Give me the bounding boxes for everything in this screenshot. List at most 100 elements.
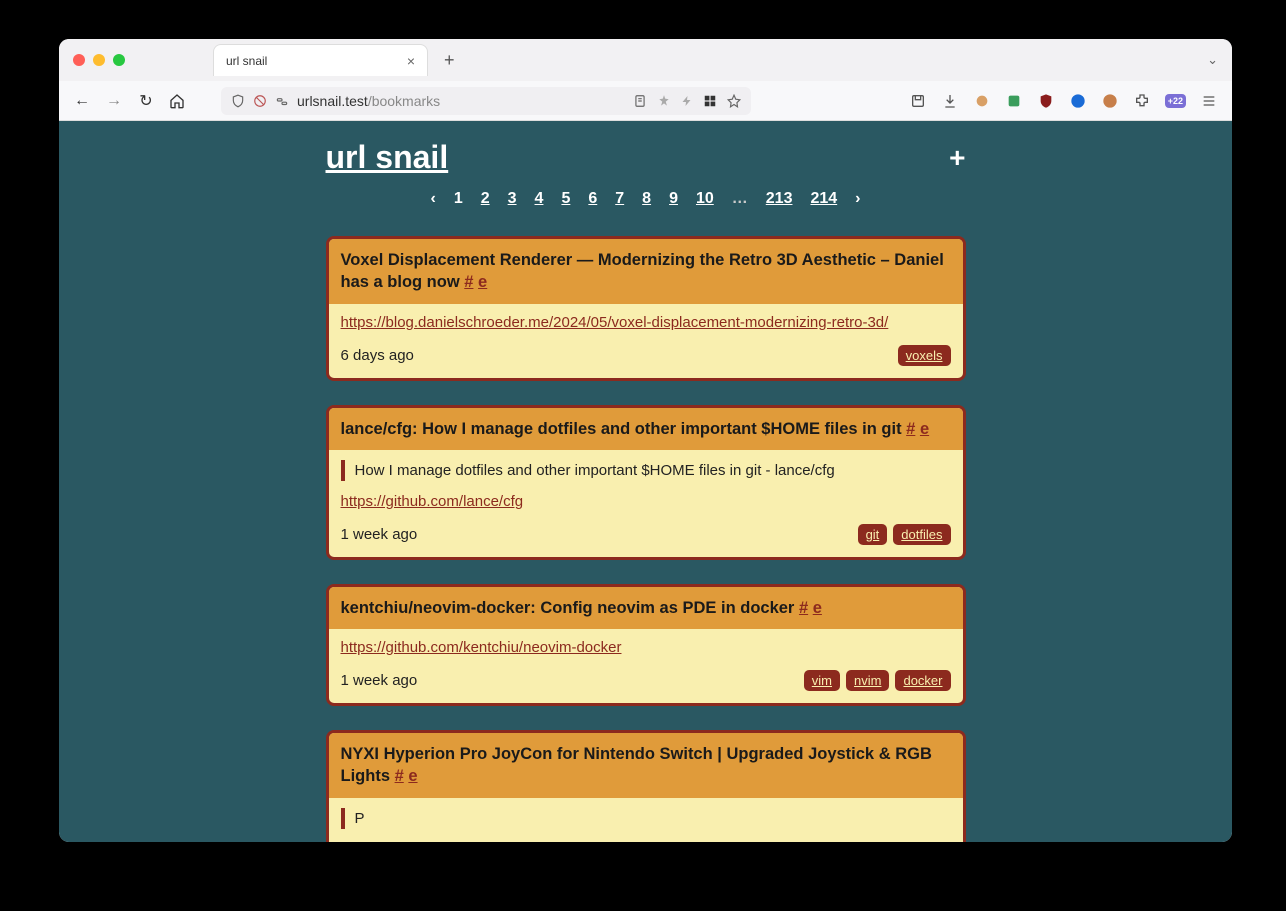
pagination-prev[interactable]: ‹ [430, 190, 435, 208]
bookmark-permalink[interactable]: # [464, 273, 473, 291]
pagination-page[interactable]: 8 [642, 190, 651, 208]
url-host: urlsnail.test [297, 93, 368, 109]
minimize-window-button[interactable] [93, 54, 105, 66]
new-tab-button[interactable]: + [444, 50, 455, 71]
bookmark-body: How I manage dotfiles and other importan… [329, 450, 963, 557]
bookmark-body: https://github.com/kentchiu/neovim-docke… [329, 629, 963, 703]
tag[interactable]: dotfiles [893, 524, 950, 545]
permissions-icon [275, 94, 289, 108]
hamburger-menu-icon[interactable] [1200, 92, 1218, 110]
pagination-page[interactable]: 2 [481, 190, 490, 208]
close-window-button[interactable] [73, 54, 85, 66]
pagination-next[interactable]: › [855, 190, 860, 208]
tag[interactable]: voxels [898, 345, 951, 366]
extension-badge[interactable]: +22 [1165, 94, 1186, 108]
bookmark-description: P [341, 808, 951, 829]
tag[interactable]: vim [804, 670, 840, 691]
lightning-icon[interactable] [681, 94, 693, 108]
url-path: /bookmarks [368, 93, 440, 109]
tracking-protection-icon [253, 94, 267, 108]
grid-icon[interactable] [703, 94, 717, 108]
bookmark-permalink[interactable]: # [906, 420, 915, 438]
bookmark-permalink[interactable]: # [395, 767, 404, 785]
bookmark-title-bar: Voxel Displacement Renderer — Modernizin… [329, 239, 963, 304]
bookmark-title-bar: kentchiu/neovim-docker: Config neovim as… [329, 587, 963, 629]
shield-icon [231, 94, 245, 108]
back-button[interactable]: ← [73, 92, 91, 110]
site-title[interactable]: url snail [326, 139, 449, 176]
reader-mode-icon[interactable] [633, 94, 647, 108]
bookmark-star-icon[interactable] [727, 94, 741, 108]
add-bookmark-button[interactable]: + [949, 142, 965, 174]
bookmark-footer: 1 week ago gitdotfiles [341, 524, 951, 545]
pagination-page[interactable]: 213 [766, 190, 793, 208]
ublock-icon[interactable] [1037, 92, 1055, 110]
tabs-overflow-icon[interactable]: ⌄ [1207, 52, 1218, 68]
browser-tab[interactable]: url snail × [213, 44, 428, 76]
bookmark-body: https://blog.danielschroeder.me/2024/05/… [329, 304, 963, 378]
toolbar-extensions: +22 [909, 92, 1218, 110]
forward-button[interactable]: → [105, 92, 123, 110]
pagination-page[interactable]: 6 [588, 190, 597, 208]
bookmark-permalink[interactable]: # [799, 599, 808, 617]
bookmark-title: kentchiu/neovim-docker: Config neovim as… [341, 599, 799, 617]
bookmark-title: NYXI Hyperion Pro JoyCon for Nintendo Sw… [341, 745, 932, 785]
tab-close-icon[interactable]: × [407, 53, 415, 69]
pagination-page[interactable]: 7 [615, 190, 624, 208]
tag[interactable]: nvim [846, 670, 889, 691]
bookmark-timestamp: 1 week ago [341, 526, 418, 543]
extension-icon-1[interactable] [973, 92, 991, 110]
bookmark-url[interactable]: https://github.com/lance/cfg [341, 493, 951, 510]
bookmark-edit-link[interactable]: e [478, 273, 487, 291]
bookmark-timestamp: 1 week ago [341, 672, 418, 689]
bookmark-edit-link[interactable]: e [813, 599, 822, 617]
pagination-ellipsis: … [732, 190, 748, 208]
bookmark-edit-link[interactable]: e [408, 767, 417, 785]
browser-window: url snail × + ⌄ ← → ↻ urlsnail.test/book… [59, 39, 1232, 842]
bookmark-footer: 6 days ago voxels [341, 345, 951, 366]
bookmark-card: Voxel Displacement Renderer — Modernizin… [326, 236, 966, 381]
home-button[interactable] [169, 93, 187, 109]
1password-icon[interactable] [1069, 92, 1087, 110]
bookmark-tags: gitdotfiles [858, 524, 951, 545]
bookmark-title: lance/cfg: How I manage dotfiles and oth… [341, 420, 907, 438]
pin-icon[interactable] [657, 94, 671, 108]
extensions-icon[interactable] [1133, 92, 1151, 110]
extension-icon-2[interactable] [1005, 92, 1023, 110]
bookmark-url[interactable]: https://nyxigame.com/products/wireless-n… [341, 841, 951, 842]
bookmark-tags: vimnvim docker [804, 670, 951, 691]
url-text: urlsnail.test/bookmarks [297, 93, 440, 109]
bookmark-url[interactable]: https://github.com/kentchiu/neovim-docke… [341, 639, 951, 656]
tab-title: url snail [226, 54, 407, 68]
page-content: url snail + ‹ 1 2 3 4 5 6 7 8 9 10 … 213… [326, 121, 966, 842]
pagination-page[interactable]: 10 [696, 190, 714, 208]
pagination-page[interactable]: 9 [669, 190, 678, 208]
save-page-icon[interactable] [909, 92, 927, 110]
page-viewport[interactable]: url snail + ‹ 1 2 3 4 5 6 7 8 9 10 … 213… [59, 121, 1232, 842]
avatar-icon[interactable] [1101, 92, 1119, 110]
pagination-page[interactable]: 4 [535, 190, 544, 208]
pagination-page[interactable]: 5 [561, 190, 570, 208]
bookmark-body: Phttps://nyxigame.com/products/wireless-… [329, 798, 963, 842]
window-controls [73, 54, 125, 66]
pagination: ‹ 1 2 3 4 5 6 7 8 9 10 … 213 214 › [326, 190, 966, 208]
pagination-page-current: 1 [454, 190, 463, 208]
pagination-page[interactable]: 214 [810, 190, 837, 208]
pagination-page[interactable]: 3 [508, 190, 517, 208]
reload-button[interactable]: ↻ [137, 91, 155, 111]
bookmark-edit-link[interactable]: e [920, 420, 929, 438]
address-bar[interactable]: urlsnail.test/bookmarks [221, 87, 751, 115]
maximize-window-button[interactable] [113, 54, 125, 66]
page-header: url snail + [326, 139, 966, 176]
download-icon[interactable] [941, 92, 959, 110]
bookmark-card: lance/cfg: How I manage dotfiles and oth… [326, 405, 966, 560]
bookmark-tags: voxels [898, 345, 951, 366]
tag[interactable]: git [858, 524, 888, 545]
bookmark-footer: 1 week ago vimnvim docker [341, 670, 951, 691]
bookmark-url[interactable]: https://blog.danielschroeder.me/2024/05/… [341, 314, 951, 331]
tag[interactable]: docker [895, 670, 950, 691]
bookmark-title-bar: lance/cfg: How I manage dotfiles and oth… [329, 408, 963, 450]
bookmark-timestamp: 6 days ago [341, 347, 414, 364]
toolbar: ← → ↻ urlsnail.test/bookmarks [59, 81, 1232, 121]
titlebar: url snail × + ⌄ [59, 39, 1232, 81]
